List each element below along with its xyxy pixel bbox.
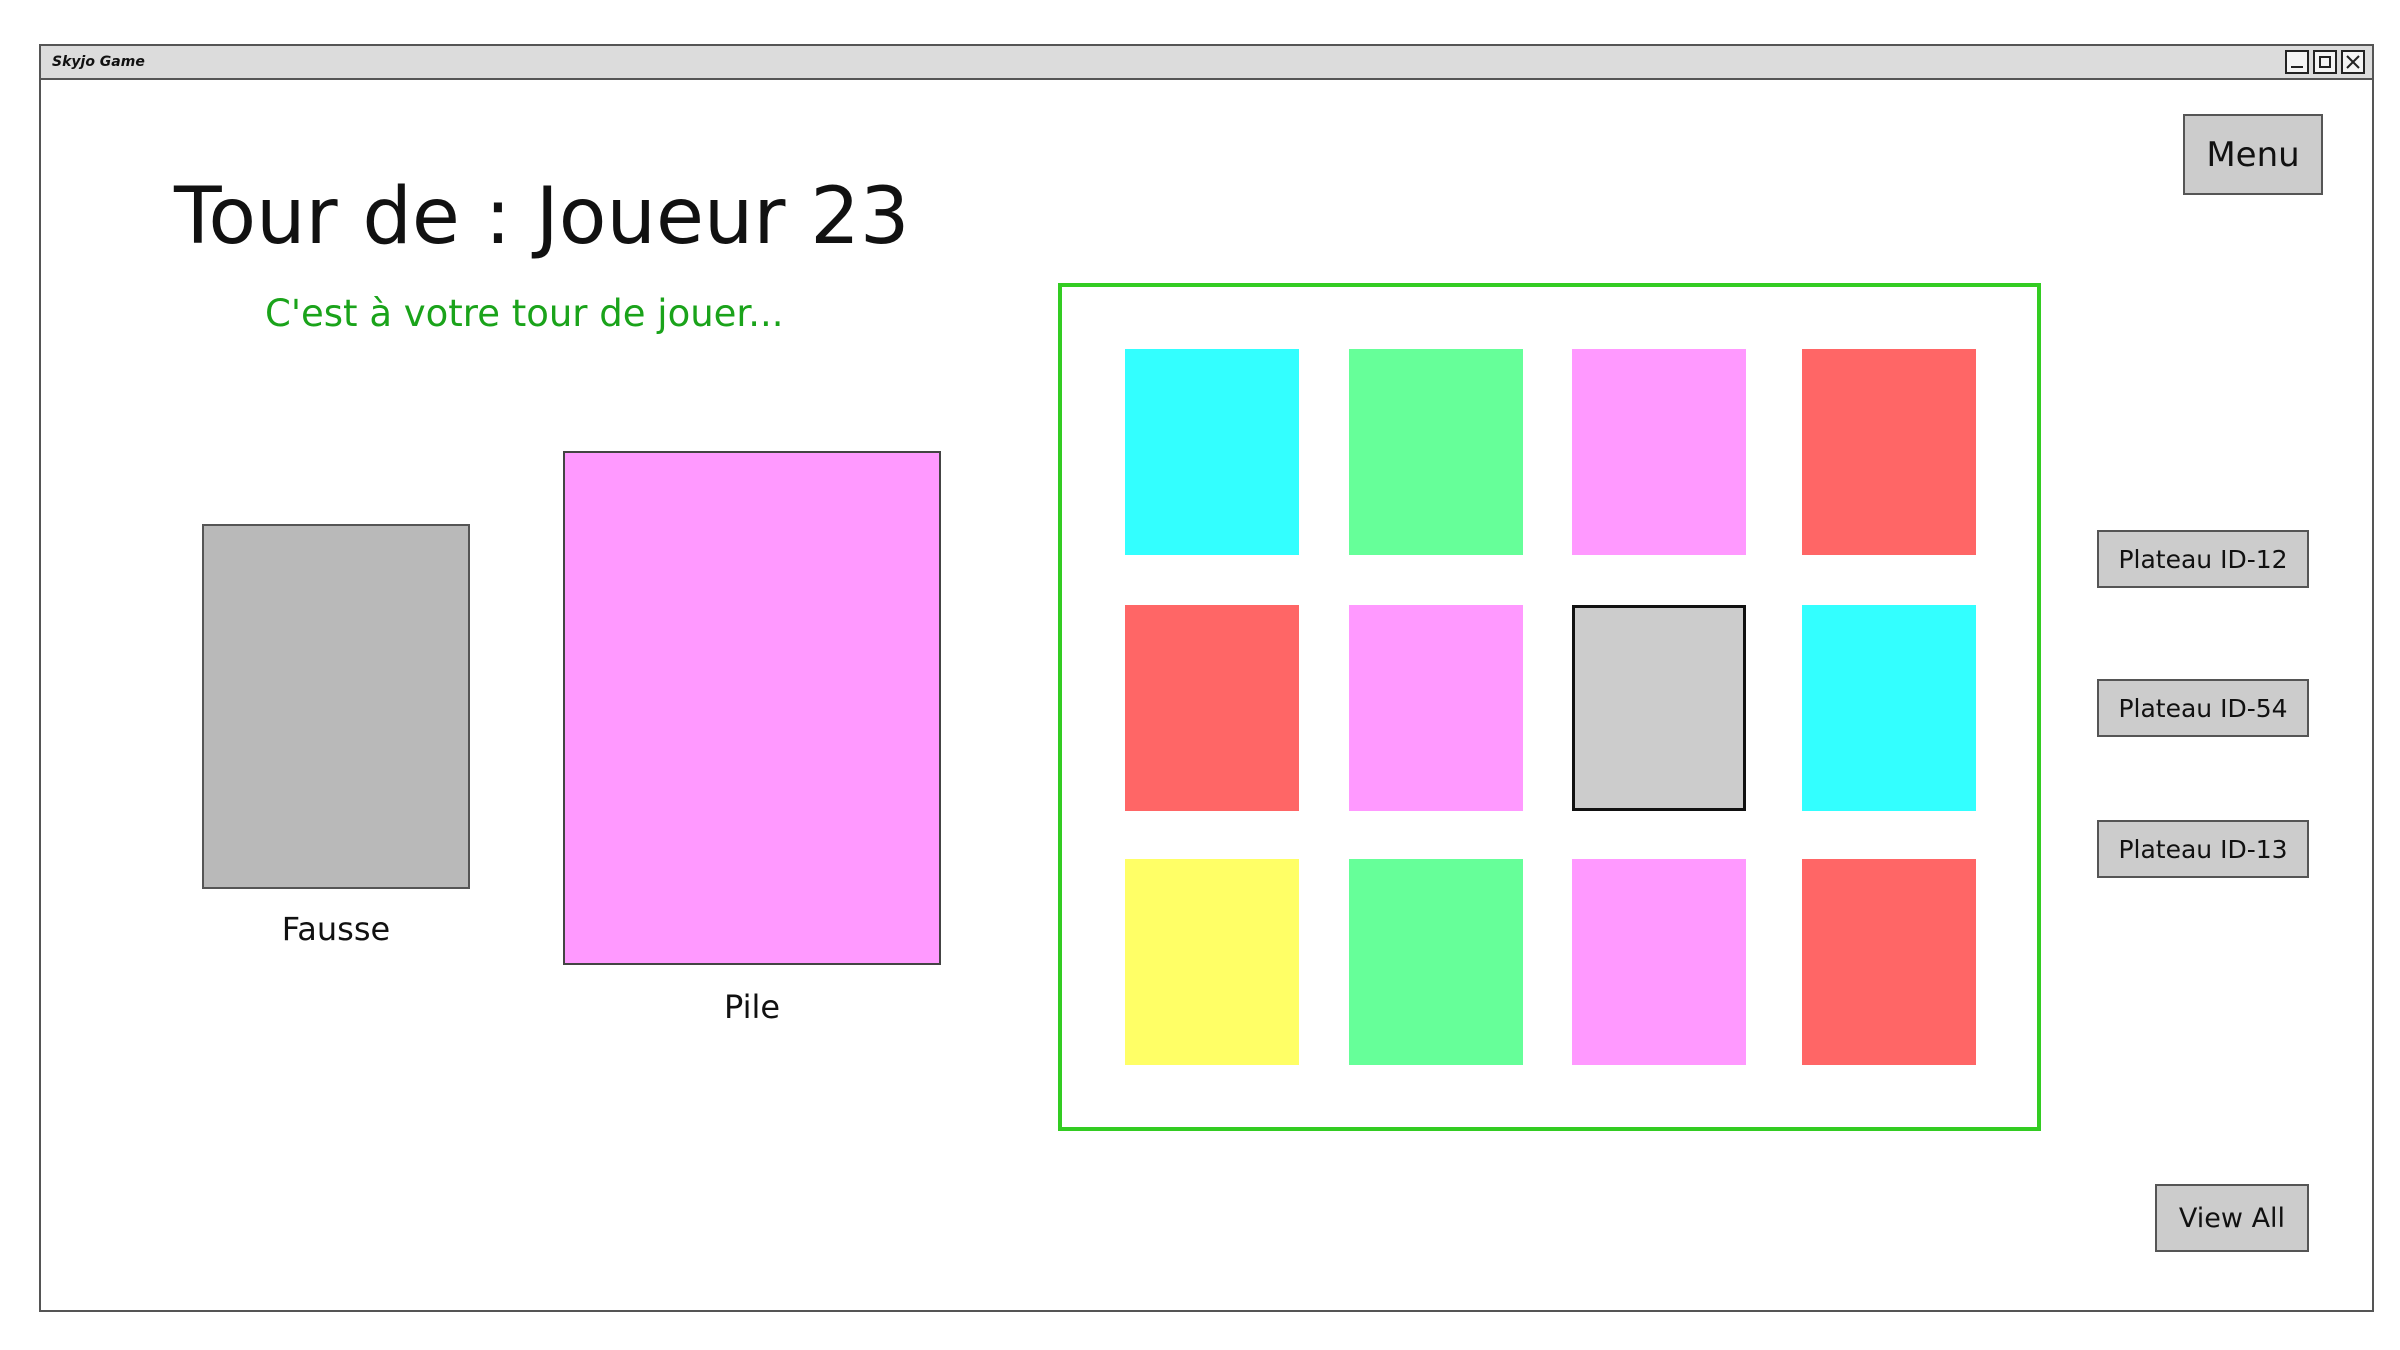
window-title: Skyjo Game (52, 54, 145, 70)
view-all-button[interactable]: View All (2155, 1184, 2309, 1252)
board-card[interactable] (1572, 605, 1746, 811)
close-button[interactable] (2341, 50, 2365, 74)
discard-pile-label: Fausse (281, 910, 391, 948)
board-card[interactable] (1572, 859, 1746, 1065)
board-card[interactable] (1349, 859, 1523, 1065)
turn-subtitle: C'est à votre tour de jouer... (265, 292, 784, 335)
draw-pile-card[interactable] (563, 451, 941, 965)
player-board (1058, 283, 2041, 1131)
close-icon (2346, 55, 2360, 69)
board-card[interactable] (1125, 605, 1299, 811)
draw-pile-label: Pile (723, 988, 781, 1026)
board-card[interactable] (1802, 349, 1976, 555)
board-card[interactable] (1349, 605, 1523, 811)
discard-pile-card[interactable] (202, 524, 470, 889)
maximize-button[interactable] (2313, 50, 2337, 74)
board-button-id-13[interactable]: Plateau ID-13 (2097, 820, 2309, 878)
board-card[interactable] (1802, 605, 1976, 811)
minimize-button[interactable] (2285, 50, 2309, 74)
menu-button[interactable]: Menu (2183, 114, 2323, 195)
board-card[interactable] (1349, 349, 1523, 555)
title-bar: Skyjo Game (41, 46, 2372, 80)
board-card[interactable] (1125, 859, 1299, 1065)
turn-title: Tour de : Joueur 23 (174, 172, 910, 262)
board-card[interactable] (1572, 349, 1746, 555)
board-button-id-54[interactable]: Plateau ID-54 (2097, 679, 2309, 737)
board-card[interactable] (1125, 349, 1299, 555)
board-button-id-12[interactable]: Plateau ID-12 (2097, 530, 2309, 588)
board-card[interactable] (1802, 859, 1976, 1065)
